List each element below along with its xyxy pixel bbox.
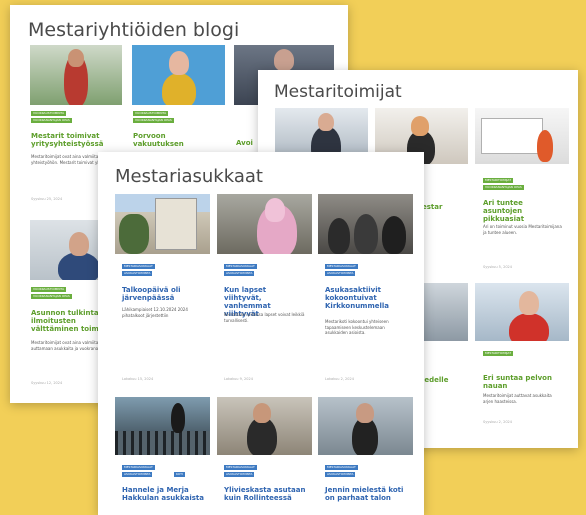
- building-shape: [155, 198, 197, 250]
- category-badge[interactable]: MESTARIASUKKAAT: [122, 465, 155, 470]
- category-badge[interactable]: VUOKRANANTAJAN OPAS: [133, 118, 174, 123]
- person-figure: [58, 252, 100, 280]
- category-badge[interactable]: VUOKRANANTAJAN OPAS: [31, 294, 72, 299]
- category-badge[interactable]: VUOKRANANTAJAN OPAS: [483, 185, 524, 190]
- post-date: Syyskuu 25, 2024: [31, 197, 63, 201]
- post-title[interactable]: Mestarit toimivat yritysyhteistyössä: [31, 132, 119, 148]
- page-title: Mestaritoimijat: [274, 82, 402, 102]
- page-title: Mestariyhtiöiden blogi: [28, 19, 240, 41]
- category-badge[interactable]: ASUKASTOIMINTA: [122, 271, 153, 276]
- category-badge[interactable]: VUOKRANANTAJAN OPAS: [31, 118, 72, 123]
- tree-shape: [119, 214, 149, 254]
- person-figure: [328, 218, 350, 254]
- post-title[interactable]: iedelle: [422, 376, 467, 384]
- category-badge[interactable]: MESTARITOIMIJAT: [483, 351, 514, 356]
- post-date: Syyskuu 2, 2024: [483, 420, 513, 424]
- category-badge[interactable]: MESTARIASUKKAAT: [224, 465, 257, 470]
- category-badge[interactable]: ASUKASTOIMINTA: [325, 271, 356, 276]
- category-badge[interactable]: MESTARIASUKKAAT: [224, 264, 257, 269]
- card-photo[interactable]: [30, 45, 122, 105]
- post-date: Lokakuu 9, 2024: [224, 377, 253, 381]
- person-head: [411, 116, 429, 136]
- card-photo[interactable]: [217, 397, 312, 455]
- post-title[interactable]: Asukasaktiivit kokoontuivat Kirkkonummel…: [325, 286, 407, 310]
- post-title[interactable]: Hannele ja Merja Hakkulan asukkaista: [122, 486, 204, 502]
- post-title[interactable]: Ari tuntee asuntojen pikkuasiat: [483, 199, 563, 223]
- category-badge[interactable]: VUOKRAUSTOIMINTA: [31, 287, 67, 292]
- post-excerpt: Mestarikoti kokoontui yhteiseen tapaamis…: [325, 319, 389, 335]
- card-photo[interactable]: [475, 283, 569, 341]
- post-date: Lokakuu 15, 2024: [122, 377, 154, 381]
- category-badge[interactable]: MESTARIASUKKAAT: [122, 264, 155, 269]
- card-photo[interactable]: [475, 108, 569, 164]
- card-photo[interactable]: [318, 194, 413, 254]
- person-figure: [382, 216, 406, 254]
- person-head: [519, 291, 539, 315]
- post-title[interactable]: Eri suntaa pelvon nauan: [483, 374, 563, 390]
- card-photo[interactable]: [115, 194, 210, 254]
- category-badge[interactable]: VUOKRAUSTOIMINTA: [133, 111, 169, 116]
- post-date: Lokakuu 2, 2024: [325, 377, 354, 381]
- post-title[interactable]: Jennin mielestä koti on parhaat talon: [325, 486, 407, 502]
- post-title[interactable]: Ylivieskasta asutaan kuin Rollinteessä: [224, 486, 306, 502]
- card-photo[interactable]: [418, 283, 468, 341]
- post-title[interactable]: estar: [422, 203, 462, 211]
- category-badge[interactable]: VUOKRAUSTOIMINTA: [31, 111, 67, 116]
- person-figure: [354, 214, 378, 254]
- category-badge[interactable]: ASUKASTOIMINTA: [224, 472, 255, 477]
- card-photo[interactable]: [132, 45, 225, 105]
- post-excerpt: Ari on toiminut vuosia Mestaritoimijana …: [483, 224, 562, 235]
- person-figure: [171, 403, 185, 433]
- railing-shape: [115, 431, 210, 455]
- card-photo[interactable]: [318, 397, 413, 455]
- category-badge[interactable]: MESTARITOIMIJAT: [483, 178, 514, 183]
- category-badge[interactable]: MESTARIASUKKAAT: [325, 264, 358, 269]
- person-head: [253, 403, 271, 423]
- category-badge[interactable]: ASUKASTOIMINTA: [122, 472, 153, 477]
- post-excerpt: Kerrostalon pihassa lapset voivat leikki…: [224, 312, 305, 323]
- page-title: Mestariasukkaat: [115, 166, 263, 187]
- person-figure: [509, 313, 549, 341]
- post-date: Syyskuu 5, 2024: [483, 265, 513, 269]
- person-head: [318, 113, 334, 131]
- person-head: [69, 232, 89, 256]
- van-shape: [481, 118, 543, 154]
- person-head: [356, 403, 374, 423]
- category-badge[interactable]: MESTARIASUKKAAT: [325, 465, 358, 470]
- post-excerpt: Lähikampiaiset 12.10.2024 2024 pihatalko…: [122, 307, 188, 318]
- person-figure: [537, 130, 553, 162]
- page-mestariasukkaat: Mestariasukkaat MESTARIASUKKAAT ASUKASTO…: [98, 152, 424, 515]
- person-head: [274, 49, 294, 71]
- person-head: [265, 198, 285, 222]
- post-date: Syyskuu 12, 2024: [31, 381, 63, 385]
- post-excerpt: Mestaritoimijat auttavat asukkaita arjen…: [483, 393, 552, 404]
- card-photo[interactable]: [217, 194, 312, 254]
- category-badge[interactable]: ASUKASTOIMINTA: [325, 472, 356, 477]
- post-title[interactable]: Porvoon vakuutuksen: [133, 132, 213, 148]
- post-title[interactable]: Talkoopäivä oli järvenpäässä: [122, 286, 204, 302]
- category-badge[interactable]: KOTI: [174, 472, 185, 477]
- card-photo[interactable]: [115, 397, 210, 455]
- person-head: [169, 51, 189, 75]
- person-head: [68, 49, 84, 67]
- category-badge[interactable]: ASUKASTOIMINTA: [224, 271, 255, 276]
- person-figure: [162, 73, 196, 105]
